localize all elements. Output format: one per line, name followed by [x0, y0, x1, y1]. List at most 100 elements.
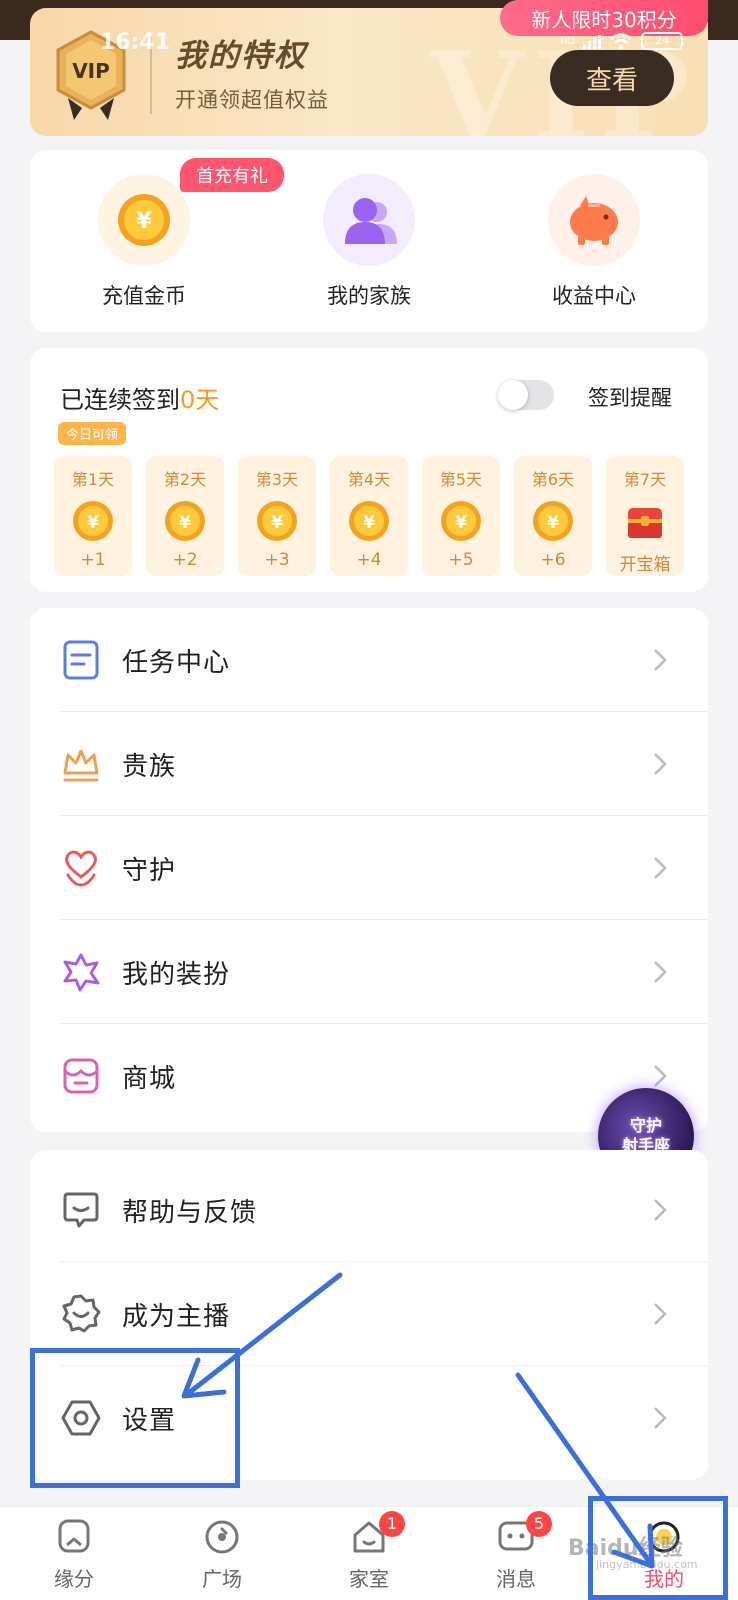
chevron-right-icon: [654, 1407, 667, 1429]
annotation-box-settings: [30, 1348, 240, 1488]
svg-text:¥: ¥: [547, 513, 559, 533]
today-claimable-tag: 今日可领: [58, 422, 127, 445]
svg-text:¥: ¥: [363, 513, 375, 533]
menu-label: 守护: [122, 855, 177, 886]
quick-item-family[interactable]: 我的家族: [289, 174, 449, 310]
anchor-badge-icon: [62, 1294, 101, 1333]
quick-label-recharge: 充值金币: [102, 284, 186, 308]
crown-icon: [63, 749, 99, 782]
checkin-day-2[interactable]: 第2天 ¥ +2: [146, 456, 224, 576]
quick-actions-card: ¥ 充值金币 首充有礼 我的家族 收益中心: [30, 150, 708, 332]
day-reward: +3: [264, 550, 290, 570]
menu-label: 商城: [122, 1063, 177, 1094]
checkin-title: 已连续签到0天: [60, 380, 219, 415]
first-recharge-tag: 首充有礼: [180, 158, 284, 192]
day-reward: 开宝箱: [619, 555, 671, 575]
coin-icon: ¥: [257, 501, 297, 541]
status-time: 16:41: [100, 30, 171, 55]
nav-label: 广场: [202, 1567, 242, 1591]
wifi-icon: [610, 33, 633, 49]
vip-view-button[interactable]: 查看: [550, 50, 674, 106]
checkin-remind-toggle[interactable]: [498, 380, 554, 410]
day-name: 第1天: [71, 470, 115, 489]
gold-coin-icon: ¥: [98, 174, 190, 266]
quick-item-earnings[interactable]: 收益中心: [514, 174, 674, 310]
day-reward: +6: [540, 550, 566, 570]
fate-tab-icon: [58, 1519, 90, 1553]
checkin-days-count: 0天: [180, 386, 220, 414]
svg-text:¥: ¥: [179, 513, 191, 533]
checkin-day-7[interactable]: 第7天 开宝箱: [606, 456, 684, 576]
notification-badge: 1: [379, 1511, 405, 1537]
nav-item-home[interactable]: 1 家室: [319, 1511, 419, 1592]
svg-text:¥: ¥: [271, 513, 283, 533]
coin-icon: ¥: [73, 501, 113, 541]
menu-label: 任务中心: [122, 647, 231, 678]
status-icons: HD 24: [560, 32, 684, 50]
chevron-right-icon: [654, 649, 667, 671]
annotation-box-mine-tab: [588, 1496, 728, 1600]
day-name: 第7天: [623, 470, 667, 489]
checkin-day-6[interactable]: 第6天 ¥ +6: [514, 456, 592, 576]
chevron-right-icon: [654, 961, 667, 983]
chevron-right-icon: [654, 1199, 667, 1221]
day-reward: +5: [448, 550, 474, 570]
vip-subtitle: 开通领超值权益: [175, 88, 329, 112]
checkin-day-4[interactable]: 第4天 ¥ +4: [330, 456, 408, 576]
quick-label-earnings: 收益中心: [552, 284, 636, 308]
menu-label: 贵族: [122, 751, 177, 782]
menu-label: 帮助与反馈: [122, 1197, 258, 1228]
quick-label-family: 我的家族: [327, 284, 411, 308]
menu-item-guard[interactable]: 守护: [30, 816, 708, 920]
svg-text:¥: ¥: [136, 209, 152, 234]
menu-card-main: 任务中心 贵族 守护 我的装扮 商城: [30, 608, 708, 1132]
nav-item-fate[interactable]: 缘分: [24, 1515, 124, 1592]
svg-text:¥: ¥: [87, 513, 99, 533]
menu-item-help-feedback[interactable]: 帮助与反馈: [30, 1158, 708, 1262]
nav-item-square[interactable]: 广场: [172, 1515, 272, 1592]
vip-badge-text: VIP: [72, 59, 110, 83]
feedback-chat-icon: [63, 1192, 99, 1228]
menu-label: 我的装扮: [122, 959, 231, 990]
square-tab-icon: [205, 1520, 239, 1554]
coin-icon: ¥: [533, 501, 573, 541]
coin-icon: ¥: [165, 501, 205, 541]
toggle-knob: [498, 380, 528, 410]
checkin-title-prefix: 已连续签到: [60, 386, 180, 414]
checkin-card: 已连续签到0天 签到提醒 今日可领 第1天 ¥ +1 第2天 ¥ +2 第3天 …: [30, 348, 708, 592]
vip-title: 我的特权: [175, 38, 307, 74]
checkin-remind-label: 签到提醒: [588, 386, 672, 410]
menu-label: 成为主播: [122, 1301, 231, 1332]
coin-icon: ¥: [441, 501, 481, 541]
checkin-day-3[interactable]: 第3天 ¥ +3: [238, 456, 316, 576]
shop-icon: [63, 1058, 99, 1094]
notification-badge: 5: [526, 1511, 552, 1537]
nav-label: 缘分: [54, 1567, 94, 1591]
nav-label: 消息: [496, 1567, 536, 1591]
checkin-day-row: 第1天 ¥ +1 第2天 ¥ +2 第3天 ¥ +3 第4天 ¥ +4 第5天 …: [54, 456, 684, 576]
day-name: 第6天: [531, 470, 575, 489]
heart-hands-icon: [65, 850, 97, 887]
day-name: 第4天: [347, 470, 391, 489]
battery-icon: 24: [641, 32, 684, 50]
nav-item-messages[interactable]: 5 消息: [466, 1511, 566, 1592]
day-reward: +4: [356, 550, 382, 570]
menu-item-nobility[interactable]: 贵族: [30, 712, 708, 816]
vip-promo-tag: 新人限时30积分: [500, 0, 708, 36]
svg-text:¥: ¥: [455, 513, 467, 533]
day-name: 第2天: [163, 470, 207, 489]
day-name: 第3天: [255, 470, 299, 489]
chevron-right-icon: [654, 1303, 667, 1325]
menu-item-dressup[interactable]: 我的装扮: [30, 920, 708, 1024]
day-reward: +2: [172, 550, 198, 570]
network-label: HD: [560, 35, 576, 47]
checkin-day-1[interactable]: 第1天 ¥ +1: [54, 456, 132, 576]
family-group-icon: [323, 174, 415, 266]
menu-item-task-center[interactable]: 任务中心: [30, 608, 708, 712]
piggy-bank-icon: [548, 174, 640, 266]
treasure-chest-icon: [628, 508, 662, 538]
checkin-day-5[interactable]: 第5天 ¥ +5: [422, 456, 500, 576]
float-badge-line1: 守护: [629, 1116, 662, 1135]
chevron-right-icon: [654, 857, 667, 879]
quick-item-recharge[interactable]: ¥ 充值金币: [64, 174, 224, 310]
